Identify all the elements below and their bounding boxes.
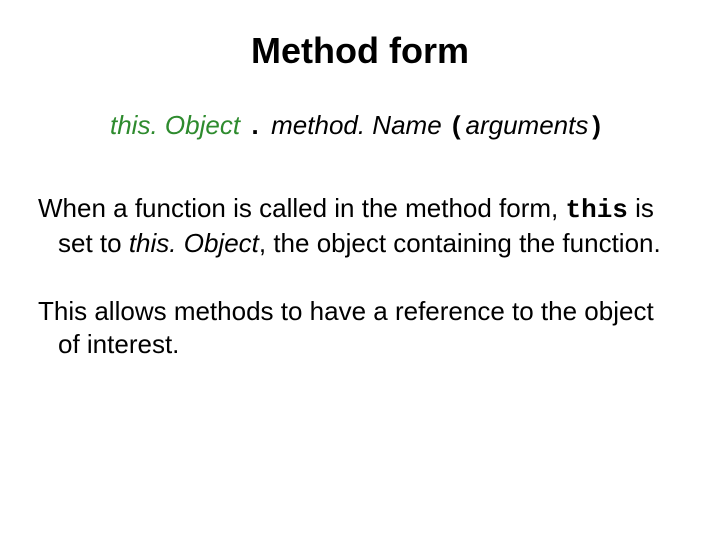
slide: Method form this. Object . method. Name …	[0, 30, 720, 540]
para2-text: This allows methods to have a reference …	[38, 295, 682, 362]
syntax-close-paren: )	[588, 112, 605, 142]
para1-this-object: this. Object	[129, 228, 259, 258]
para1-this-keyword: this	[566, 195, 628, 225]
para1-pre: When a function is called in the method …	[38, 193, 566, 223]
slide-title: Method form	[0, 30, 720, 72]
syntax-line: this. Object . method. Name (arguments)	[110, 110, 720, 142]
syntax-open-paren: (	[449, 112, 466, 142]
syntax-dot: .	[247, 112, 264, 142]
paragraph-1: When a function is called in the method …	[38, 192, 682, 261]
para1-post: , the object containing the function.	[259, 228, 661, 258]
syntax-this-object: this. Object	[110, 110, 240, 140]
syntax-method-name: method. Name	[271, 110, 442, 140]
syntax-arguments: arguments	[466, 110, 589, 140]
paragraph-2: This allows methods to have a reference …	[38, 295, 682, 362]
